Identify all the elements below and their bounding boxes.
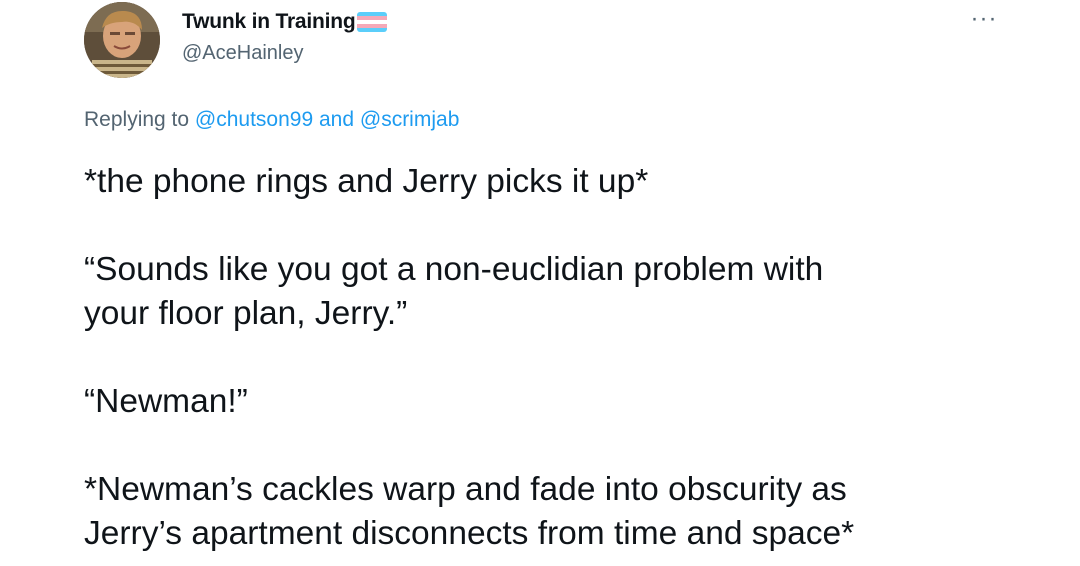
author-name-row[interactable]: Twunk in Training: [182, 8, 387, 36]
more-options-button[interactable]: ···: [964, 4, 1004, 34]
reply-user-link-1[interactable]: @chutson99: [195, 108, 313, 131]
reply-joiner[interactable]: and: [319, 108, 354, 131]
author-display-name[interactable]: Twunk in Training: [182, 10, 356, 34]
tweet-line: Jerry’s apartment disconnects from time …: [84, 515, 855, 552]
reply-user-link-2[interactable]: @scrimjab: [360, 108, 460, 131]
tweet-line: “Sounds like you got a non-euclidian pro…: [84, 251, 824, 288]
reply-prefix: Replying to: [84, 108, 190, 131]
reply-context: Replying to @chutson99 and @scrimjab: [84, 108, 459, 132]
tweet-text: *the phone rings and Jerry picks it up* …: [84, 160, 1044, 556]
tweet-line: “Newman!”: [84, 383, 248, 420]
avatar[interactable]: [84, 2, 160, 78]
author-handle[interactable]: @AceHainley: [182, 42, 303, 65]
tweet-line: your floor plan, Jerry.”: [84, 295, 408, 332]
tweet: Twunk in Training @AceHainley ··· Replyi…: [0, 0, 1080, 566]
tweet-line: *Newman’s cackles warp and fade into obs…: [84, 471, 847, 508]
trans-flag-icon: [356, 12, 387, 32]
user-avatar-icon: [84, 2, 160, 78]
tweet-line: *the phone rings and Jerry picks it up*: [84, 163, 649, 200]
